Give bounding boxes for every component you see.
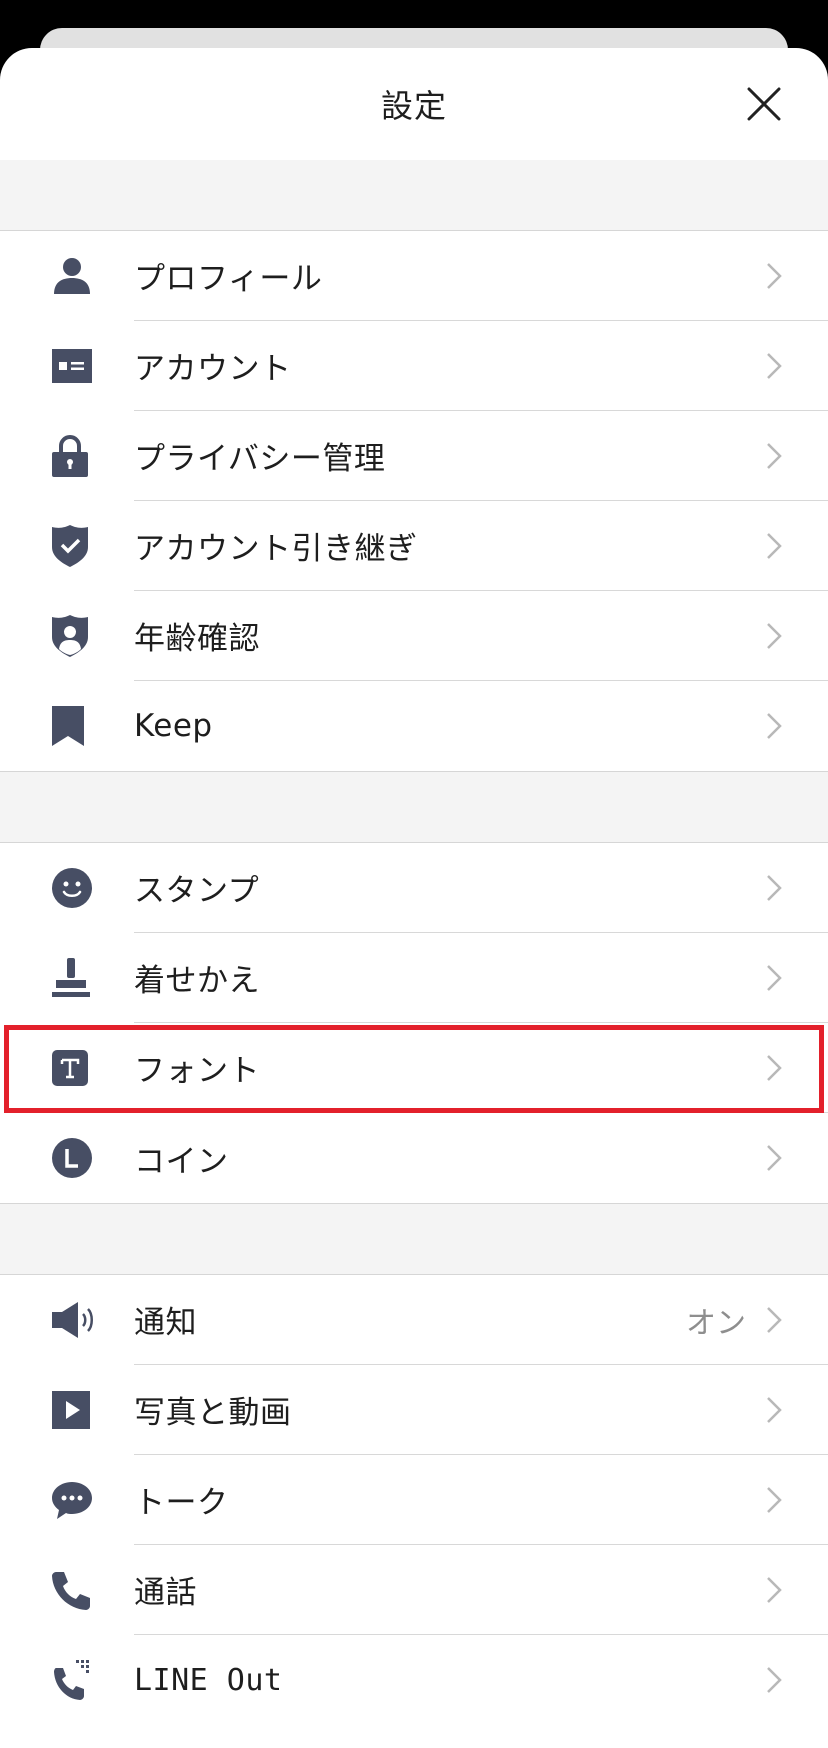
chevron-right-icon xyxy=(767,1306,782,1333)
settings-item-label: プロフィール xyxy=(134,261,323,297)
section-account: プロフィール アカウント プライバシー管理 アカウント引き継ぎ 年齢確認 Kee… xyxy=(0,231,828,771)
phone-icon xyxy=(52,1572,90,1610)
chevron-right-icon xyxy=(767,964,782,991)
chevron-right-icon xyxy=(767,1396,782,1423)
chevron-right-icon xyxy=(767,1576,782,1603)
settings-item-calls[interactable]: 通話 xyxy=(0,1545,828,1635)
close-icon xyxy=(747,87,781,121)
settings-item-stickers[interactable]: スタンプ xyxy=(0,843,828,933)
settings-item-line-out[interactable]: LINE Out xyxy=(0,1635,828,1725)
settings-item-account[interactable]: アカウント xyxy=(0,321,828,411)
settings-sheet: 設定 プロフィール アカウント プライバシー管理 アカウント引き継ぎ 年齢確認 … xyxy=(0,48,828,1748)
settings-item-label: 年齢確認 xyxy=(134,621,260,657)
settings-item-label: アカウント引き継ぎ xyxy=(134,531,418,567)
settings-item-account-transfer[interactable]: アカウント引き継ぎ xyxy=(0,501,828,591)
settings-item-chats[interactable]: トーク xyxy=(0,1455,828,1545)
chevron-right-icon xyxy=(767,874,782,901)
chevron-right-icon xyxy=(767,1486,782,1513)
settings-item-label: コイン xyxy=(134,1143,229,1180)
id-card-icon xyxy=(52,349,92,383)
notifications-status: オン xyxy=(686,1305,746,1341)
settings-item-photos-videos[interactable]: 写真と動画 xyxy=(0,1365,828,1455)
section-spacer xyxy=(0,771,828,843)
shield-person-icon xyxy=(52,615,88,657)
section-general: 通知 オン 写真と動画 トーク 通話 LINE Out xyxy=(0,1275,828,1725)
shield-check-icon xyxy=(52,525,88,567)
chevron-right-icon xyxy=(767,532,782,559)
header: 設定 xyxy=(0,48,828,160)
brush-icon xyxy=(52,958,90,997)
settings-item-label: トーク xyxy=(134,1485,229,1521)
settings-item-keep[interactable]: Keep xyxy=(0,681,828,771)
settings-item-age-verification[interactable]: 年齢確認 xyxy=(0,591,828,681)
settings-item-label: スタンプ xyxy=(134,873,260,909)
close-button[interactable] xyxy=(744,84,784,124)
chat-bubble-icon xyxy=(52,1482,92,1519)
chevron-right-icon xyxy=(767,622,782,649)
settings-item-profile[interactable]: プロフィール xyxy=(0,231,828,321)
lock-icon xyxy=(52,435,88,477)
play-icon xyxy=(52,1391,90,1429)
settings-item-label: アカウント xyxy=(134,351,292,387)
settings-item-privacy[interactable]: プライバシー管理 xyxy=(0,411,828,501)
font-icon xyxy=(52,1050,88,1086)
settings-item-label: 着せかえ xyxy=(134,963,260,999)
coin-icon xyxy=(52,1138,92,1178)
settings-item-label: Keep xyxy=(134,708,213,744)
page-title: 設定 xyxy=(380,87,447,125)
section-content: スタンプ 着せかえ フォント コイン xyxy=(0,843,828,1203)
chevron-right-icon xyxy=(767,713,782,739)
settings-item-label: 通話 xyxy=(134,1575,197,1611)
phone-out-icon xyxy=(54,1660,89,1700)
settings-item-label: フォント xyxy=(134,1053,260,1089)
settings-item-label: 通知 xyxy=(134,1305,197,1341)
smiley-icon xyxy=(52,868,92,908)
settings-item-coins[interactable]: コイン xyxy=(0,1113,828,1203)
section-spacer xyxy=(0,1203,828,1275)
person-icon xyxy=(54,258,90,294)
settings-item-label: 写真と動画 xyxy=(134,1395,292,1431)
chevron-right-icon xyxy=(767,262,782,289)
section-spacer xyxy=(0,160,828,231)
chevron-right-icon xyxy=(767,442,782,469)
bookmark-icon xyxy=(52,706,84,746)
settings-item-label: LINE Out xyxy=(134,1662,283,1698)
speaker-icon xyxy=(52,1302,93,1338)
settings-item-notifications[interactable]: 通知 オン xyxy=(0,1275,828,1365)
settings-item-themes[interactable]: 着せかえ xyxy=(0,933,828,1023)
chevron-right-icon xyxy=(767,352,782,379)
settings-item-fonts[interactable]: フォント xyxy=(0,1023,828,1113)
chevron-right-icon xyxy=(767,1054,782,1081)
chevron-right-icon xyxy=(767,1667,782,1693)
chevron-right-icon xyxy=(767,1145,782,1171)
settings-item-label: プライバシー管理 xyxy=(134,441,386,477)
